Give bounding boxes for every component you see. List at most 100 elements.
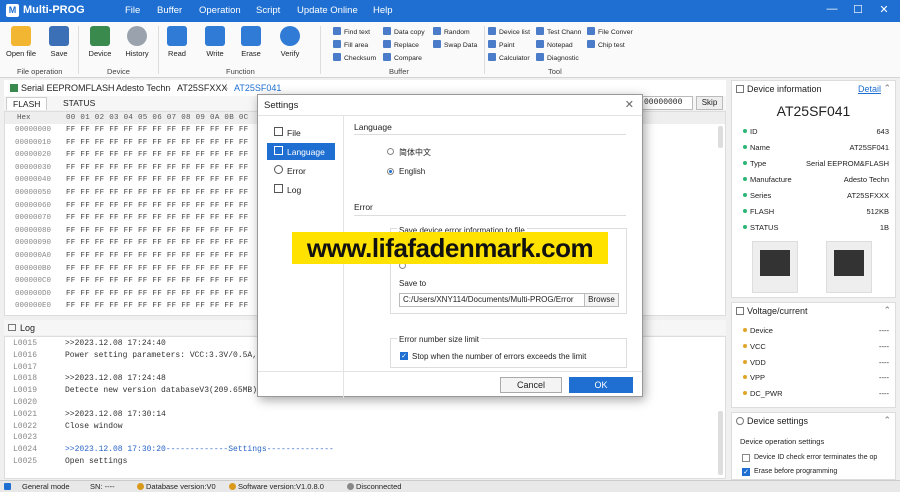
detail-link[interactable]: Detail: [858, 84, 881, 94]
gear-icon: [736, 417, 744, 425]
nav-language[interactable]: Language: [267, 143, 335, 160]
chinese-label: 简体中文: [399, 148, 431, 157]
menu-operation[interactable]: Operation: [199, 5, 241, 16]
breadcrumb-item[interactable]: Adesto Techn: [116, 83, 170, 93]
compare-button[interactable]: Compare: [383, 53, 422, 62]
browse-button[interactable]: Browse: [584, 294, 618, 306]
open-file-button[interactable]: Open file: [5, 26, 37, 58]
stop-on-errors-checkbox[interactable]: ✓: [400, 352, 408, 360]
maximize-button[interactable]: ☐: [850, 3, 866, 16]
status-dot-icon: [743, 328, 747, 332]
find-text-button[interactable]: Find text: [333, 27, 370, 36]
device-info-key: FLASH: [743, 207, 774, 216]
minimize-button[interactable]: —: [824, 3, 840, 15]
device-button[interactable]: Device: [86, 26, 114, 58]
skip-address-input[interactable]: 00000000: [640, 96, 693, 110]
english-radio[interactable]: [387, 168, 394, 175]
tab-flash[interactable]: FLASH: [6, 97, 48, 110]
hex-bytes[interactable]: FF FF FF FF FF FF FF FF FF FF FF FF FF: [66, 290, 248, 298]
device-list-button[interactable]: Device list: [488, 27, 530, 36]
nav-log[interactable]: Log: [267, 181, 335, 198]
history-label: History: [125, 49, 149, 58]
data-copy-button[interactable]: Data copy: [383, 27, 425, 36]
device-info-row: STATUS 1B: [738, 223, 889, 238]
diagnostic-button[interactable]: Diagnostic: [536, 53, 579, 62]
hex-bytes[interactable]: FF FF FF FF FF FF FF FF FF FF FF FF FF: [66, 164, 248, 172]
paint-button[interactable]: Paint: [488, 40, 515, 49]
hex-bytes[interactable]: FF FF FF FF FF FF FF FF FF FF FF FF FF: [66, 265, 248, 273]
status-dot-icon: [743, 225, 747, 229]
log-icon: [8, 324, 16, 331]
hex-bytes[interactable]: FF FF FF FF FF FF FF FF FF FF FF FF FF: [66, 139, 248, 147]
collapse-icon[interactable]: ⌃: [883, 415, 891, 426]
log-line-text: Power setting parameters: VCC:3.3V/0.5A,: [65, 350, 258, 360]
hex-bytes[interactable]: FF FF FF FF FF FF FF FF FF FF FF FF FF: [66, 202, 248, 210]
breadcrumb-item[interactable]: Serial EEPROMFLASH: [21, 83, 115, 93]
nav-error[interactable]: Error: [267, 162, 335, 179]
write-button[interactable]: Write: [203, 26, 227, 58]
hex-bytes[interactable]: FF FF FF FF FF FF FF FF FF FF FF FF FF: [66, 302, 248, 310]
hex-bytes[interactable]: FF FF FF FF FF FF FF FF FF FF FF FF FF: [66, 239, 248, 247]
device-info-value: 1B: [879, 223, 889, 232]
notepad-button[interactable]: Notepad: [536, 40, 573, 49]
menu-script[interactable]: Script: [256, 5, 280, 16]
log-line-number: L0023: [13, 433, 38, 443]
status-dot-icon: [743, 209, 747, 213]
read-button[interactable]: Read: [165, 26, 189, 58]
nav-file[interactable]: File: [267, 124, 335, 141]
device-info-key: Manufacture: [743, 175, 792, 184]
hex-bytes[interactable]: FF FF FF FF FF FF FF FF FF FF FF FF FF: [66, 189, 248, 197]
hex-bytes[interactable]: FF FF FF FF FF FF FF FF FF FF FF FF FF: [66, 214, 248, 222]
hex-bytes[interactable]: FF FF FF FF FF FF FF FF FF FF FF FF FF: [66, 176, 248, 184]
random-button[interactable]: Random: [433, 27, 470, 36]
voltage-header: Voltage/current ⌃: [732, 303, 895, 319]
breadcrumb-item[interactable]: AT25SFXXX: [177, 83, 227, 93]
collapse-icon[interactable]: ⌃: [883, 305, 891, 316]
voltage-value: ----: [879, 373, 889, 383]
cancel-button[interactable]: Cancel: [500, 377, 562, 393]
breadcrumb-current[interactable]: AT25SF041: [234, 83, 281, 93]
hex-bytes[interactable]: FF FF FF FF FF FF FF FF FF FF FF FF FF: [66, 277, 248, 285]
menu-file[interactable]: File: [125, 5, 140, 16]
hex-bytes[interactable]: FF FF FF FF FF FF FF FF FF FF FF FF FF: [66, 227, 248, 235]
close-window-button[interactable]: ✕: [876, 3, 892, 16]
status-dot-icon: [743, 129, 747, 133]
status-mode: General mode: [22, 482, 70, 491]
log-line-text: >>2023.12.08 17:30:20-------------Settin…: [65, 445, 334, 455]
erase-button[interactable]: Erase: [239, 26, 263, 58]
swap-data-button[interactable]: Swap Data: [433, 40, 477, 49]
hex-bytes[interactable]: FF FF FF FF FF FF FF FF FF FF FF FF FF: [66, 151, 248, 159]
dialog-close-button[interactable]: ✕: [625, 98, 634, 111]
replace-icon: [383, 40, 391, 48]
device-info-row: Name AT25SF041: [738, 143, 889, 158]
hex-scrollbar[interactable]: [718, 126, 723, 148]
hex-bytes[interactable]: FF FF FF FF FF FF FF FF FF FF FF FF FF: [66, 126, 248, 134]
collapse-icon[interactable]: ⌃: [883, 83, 891, 94]
id-check-checkbox[interactable]: [742, 454, 750, 462]
chip-test-button[interactable]: Chip test: [587, 40, 625, 49]
log-scrollbar[interactable]: [718, 411, 723, 475]
log-line-number: L0018: [13, 374, 38, 384]
menu-update-online[interactable]: Update Online: [297, 5, 358, 16]
menu-help[interactable]: Help: [373, 5, 393, 16]
calculator-button[interactable]: Calculator: [488, 53, 530, 62]
chip-icon: [90, 26, 110, 46]
tab-status[interactable]: STATUS: [57, 97, 101, 110]
verify-button[interactable]: Verify: [277, 26, 303, 58]
erase-before-programming-checkbox[interactable]: ✓: [742, 468, 750, 476]
fill-area-button[interactable]: Fill area: [333, 40, 368, 49]
menu-buffer[interactable]: Buffer: [157, 5, 182, 16]
checksum-button[interactable]: Checksum: [333, 53, 376, 62]
ok-button[interactable]: OK: [569, 377, 633, 393]
save-button[interactable]: Save: [47, 26, 71, 58]
hex-bytes[interactable]: FF FF FF FF FF FF FF FF FF FF FF FF FF: [66, 252, 248, 260]
replace-button[interactable]: Replace: [383, 40, 419, 49]
log-line-text: Close window: [65, 421, 123, 431]
skip-button[interactable]: Skip: [696, 96, 723, 110]
file-converter-button[interactable]: File Conver: [587, 27, 633, 36]
history-button[interactable]: History: [122, 26, 152, 58]
chinese-radio[interactable]: [387, 148, 394, 155]
swap-icon: [433, 40, 441, 48]
test-channel-button[interactable]: Test Chann: [536, 27, 581, 36]
hex-address: 00000030: [15, 163, 52, 172]
